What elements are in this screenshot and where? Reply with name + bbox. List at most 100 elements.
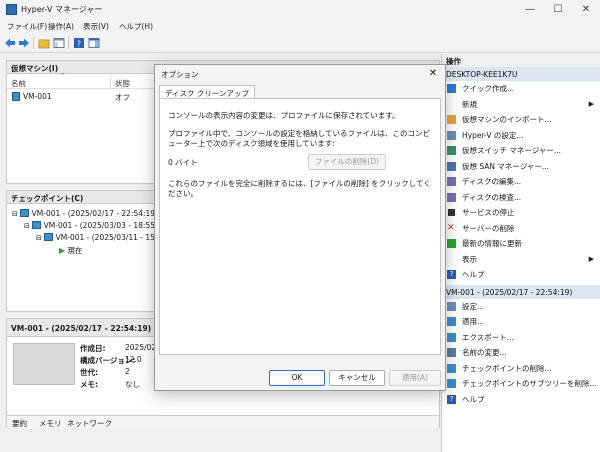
dialog-text-3: これらのファイルを完全に削除するには、[ファイルの削除] をクリックしてください…: [168, 179, 431, 198]
tree-collapse-icon[interactable]: ⊟: [24, 222, 30, 230]
cancel-button[interactable]: キャンセル: [329, 370, 385, 386]
toolbar: ?: [0, 33, 600, 53]
disk-usage-size: 0 バイト: [168, 158, 198, 167]
tree-item-now[interactable]: ▶ 現在: [59, 245, 83, 256]
dialog-tabs: ディスク クリーンアップ: [159, 85, 441, 99]
action-label: 新規: [462, 99, 477, 109]
dialog-close-icon[interactable]: ✕: [425, 66, 441, 81]
action-label: クイック作成...: [462, 84, 515, 93]
action-item[interactable]: 最新の情報に更新: [442, 236, 600, 252]
stop-icon: [448, 209, 455, 216]
actions-pane-title: 操作: [442, 54, 600, 67]
checkpoint-label: VM-001 - (2025/02/17 - 22:54:19): [31, 209, 158, 218]
import-icon: [447, 115, 456, 124]
action-item[interactable]: ディスクの編集...: [442, 174, 600, 190]
folder-up-icon[interactable]: [38, 37, 50, 49]
console-tree-icon[interactable]: [53, 37, 65, 49]
disk-inspect-icon: [447, 192, 456, 202]
tree-collapse-icon[interactable]: ⊟: [36, 234, 42, 242]
settings-icon: [447, 301, 456, 311]
disk-cleanup-panel: コンソールの表示内容の変更は、プロファイルに保存されています。 プロファイル中で…: [159, 98, 441, 355]
action-item[interactable]: 仮想マシンのインポート...: [442, 112, 600, 128]
action-label: サービスの停止: [462, 208, 515, 217]
action-item[interactable]: 設定...: [442, 299, 600, 315]
menu-file[interactable]: ファイル(F): [7, 21, 47, 32]
column-name[interactable]: 名前: [11, 78, 26, 89]
settings-icon: [447, 130, 456, 140]
back-arrow-icon[interactable]: [4, 37, 16, 49]
field-label: 世代:: [80, 368, 98, 377]
action-label: 名前の変更...: [462, 348, 507, 357]
delete-checkpoint-icon: [447, 363, 456, 373]
rename-icon: [447, 348, 456, 357]
play-icon: ▶: [59, 246, 66, 255]
checkpoint-actions-list: 設定... 適用... エクスポート... 名前の変更... チェックポイントの削除..…: [442, 299, 600, 408]
action-item[interactable]: ✕ サーバーの削除: [442, 221, 600, 237]
disk-edit-icon: [447, 177, 456, 186]
field-label: メモ:: [80, 380, 98, 389]
checkpoint-group-header[interactable]: VM-001 - (2025/02/17 - 22:54:19): [442, 284, 600, 299]
tree-collapse-icon[interactable]: ⊟: [12, 210, 18, 218]
action-item[interactable]: ? ヘルプ: [442, 392, 600, 408]
tab-disk-cleanup[interactable]: ディスク クリーンアップ: [159, 85, 255, 99]
action-item[interactable]: 仮想 SAN マネージャー...: [442, 159, 600, 175]
tree-item[interactable]: ⊟ VM-001 - (2025/03/03 - 18:55:5: [24, 221, 162, 230]
column-state[interactable]: 状態: [115, 78, 130, 89]
help-icon: ?: [447, 270, 456, 279]
action-label: エクスポート...: [462, 332, 514, 342]
action-item[interactable]: チェックポイントのサブツリーを削除...: [442, 376, 600, 392]
action-item[interactable]: チェックポイントの削除...: [442, 361, 600, 377]
action-item[interactable]: クイック作成...: [442, 81, 600, 97]
action-label: 仮想スイッチ マネージャー...: [462, 146, 562, 155]
field-value: 12.0: [125, 355, 142, 364]
host-group-header[interactable]: DESKTOP-KEE1K7U: [442, 67, 600, 81]
action-item[interactable]: エクスポート...: [442, 330, 600, 346]
tab-memory[interactable]: メモリ: [39, 418, 62, 429]
show-action-pane-icon[interactable]: [88, 37, 100, 49]
column-divider: [110, 75, 111, 89]
menu-help[interactable]: ヘルプ(H): [119, 21, 153, 32]
tab-summary[interactable]: 要約: [12, 418, 27, 429]
action-item[interactable]: ? ヘルプ: [442, 267, 600, 283]
field-value: なし: [125, 380, 140, 389]
menu-action[interactable]: 操作(A): [48, 21, 74, 32]
action-item[interactable]: サービスの停止: [442, 205, 600, 221]
action-item[interactable]: 表示 ▶: [442, 252, 600, 268]
actions-pane: 操作 DESKTOP-KEE1K7U クイック作成... 新規 ▶ 仮想マシンのインポ…: [441, 54, 600, 452]
menu-view[interactable]: 表示(V): [83, 21, 109, 32]
action-item[interactable]: 新規 ▶: [442, 97, 600, 113]
action-item[interactable]: 仮想スイッチ マネージャー...: [442, 143, 600, 159]
action-label: ディスクの編集...: [462, 177, 522, 186]
action-item[interactable]: 名前の変更...: [442, 345, 600, 361]
help-icon: ?: [447, 394, 456, 404]
minimize-button[interactable]: —: [516, 0, 544, 19]
action-label: ヘルプ: [462, 394, 485, 404]
help-icon[interactable]: ?: [73, 37, 85, 49]
checkpoint-icon: [44, 233, 54, 241]
sort-ascending-icon: ⌃: [60, 72, 66, 80]
toolbar-separator: [33, 37, 34, 49]
tab-network[interactable]: ネットワーク: [67, 418, 112, 429]
tree-item[interactable]: ⊟ VM-001 - (2025/02/17 - 22:54:19): [12, 209, 158, 218]
action-label: 最新の情報に更新: [462, 239, 522, 248]
action-item[interactable]: Hyper-V の設定...: [442, 128, 600, 144]
action-item[interactable]: ディスクの検査...: [442, 190, 600, 206]
field-value: 2: [125, 367, 130, 376]
action-label: 設定...: [462, 301, 485, 311]
action-item[interactable]: 適用...: [442, 314, 600, 330]
apply-button[interactable]: 適用(A): [389, 370, 441, 386]
vm-state: オフ: [115, 93, 130, 102]
action-label: チェックポイントの削除...: [462, 363, 552, 373]
toolbar-separator: [68, 37, 69, 49]
submenu-arrow-icon: ▶: [588, 254, 594, 263]
forward-arrow-icon[interactable]: [18, 37, 30, 49]
action-label: チェックポイントのサブツリーを削除...: [462, 379, 597, 388]
checkpoint-icon: [20, 209, 30, 217]
tree-item[interactable]: ⊟ VM-001 - (2025/03/11 - 15: [36, 233, 155, 242]
close-window-button[interactable]: ✕: [572, 0, 600, 19]
refresh-icon: [447, 239, 456, 248]
ok-button[interactable]: OK: [269, 370, 325, 386]
maximize-button[interactable]: ☐: [544, 0, 572, 19]
delete-files-button[interactable]: ファイルの削除(D): [308, 154, 386, 170]
action-label: 仮想 SAN マネージャー...: [462, 161, 550, 171]
